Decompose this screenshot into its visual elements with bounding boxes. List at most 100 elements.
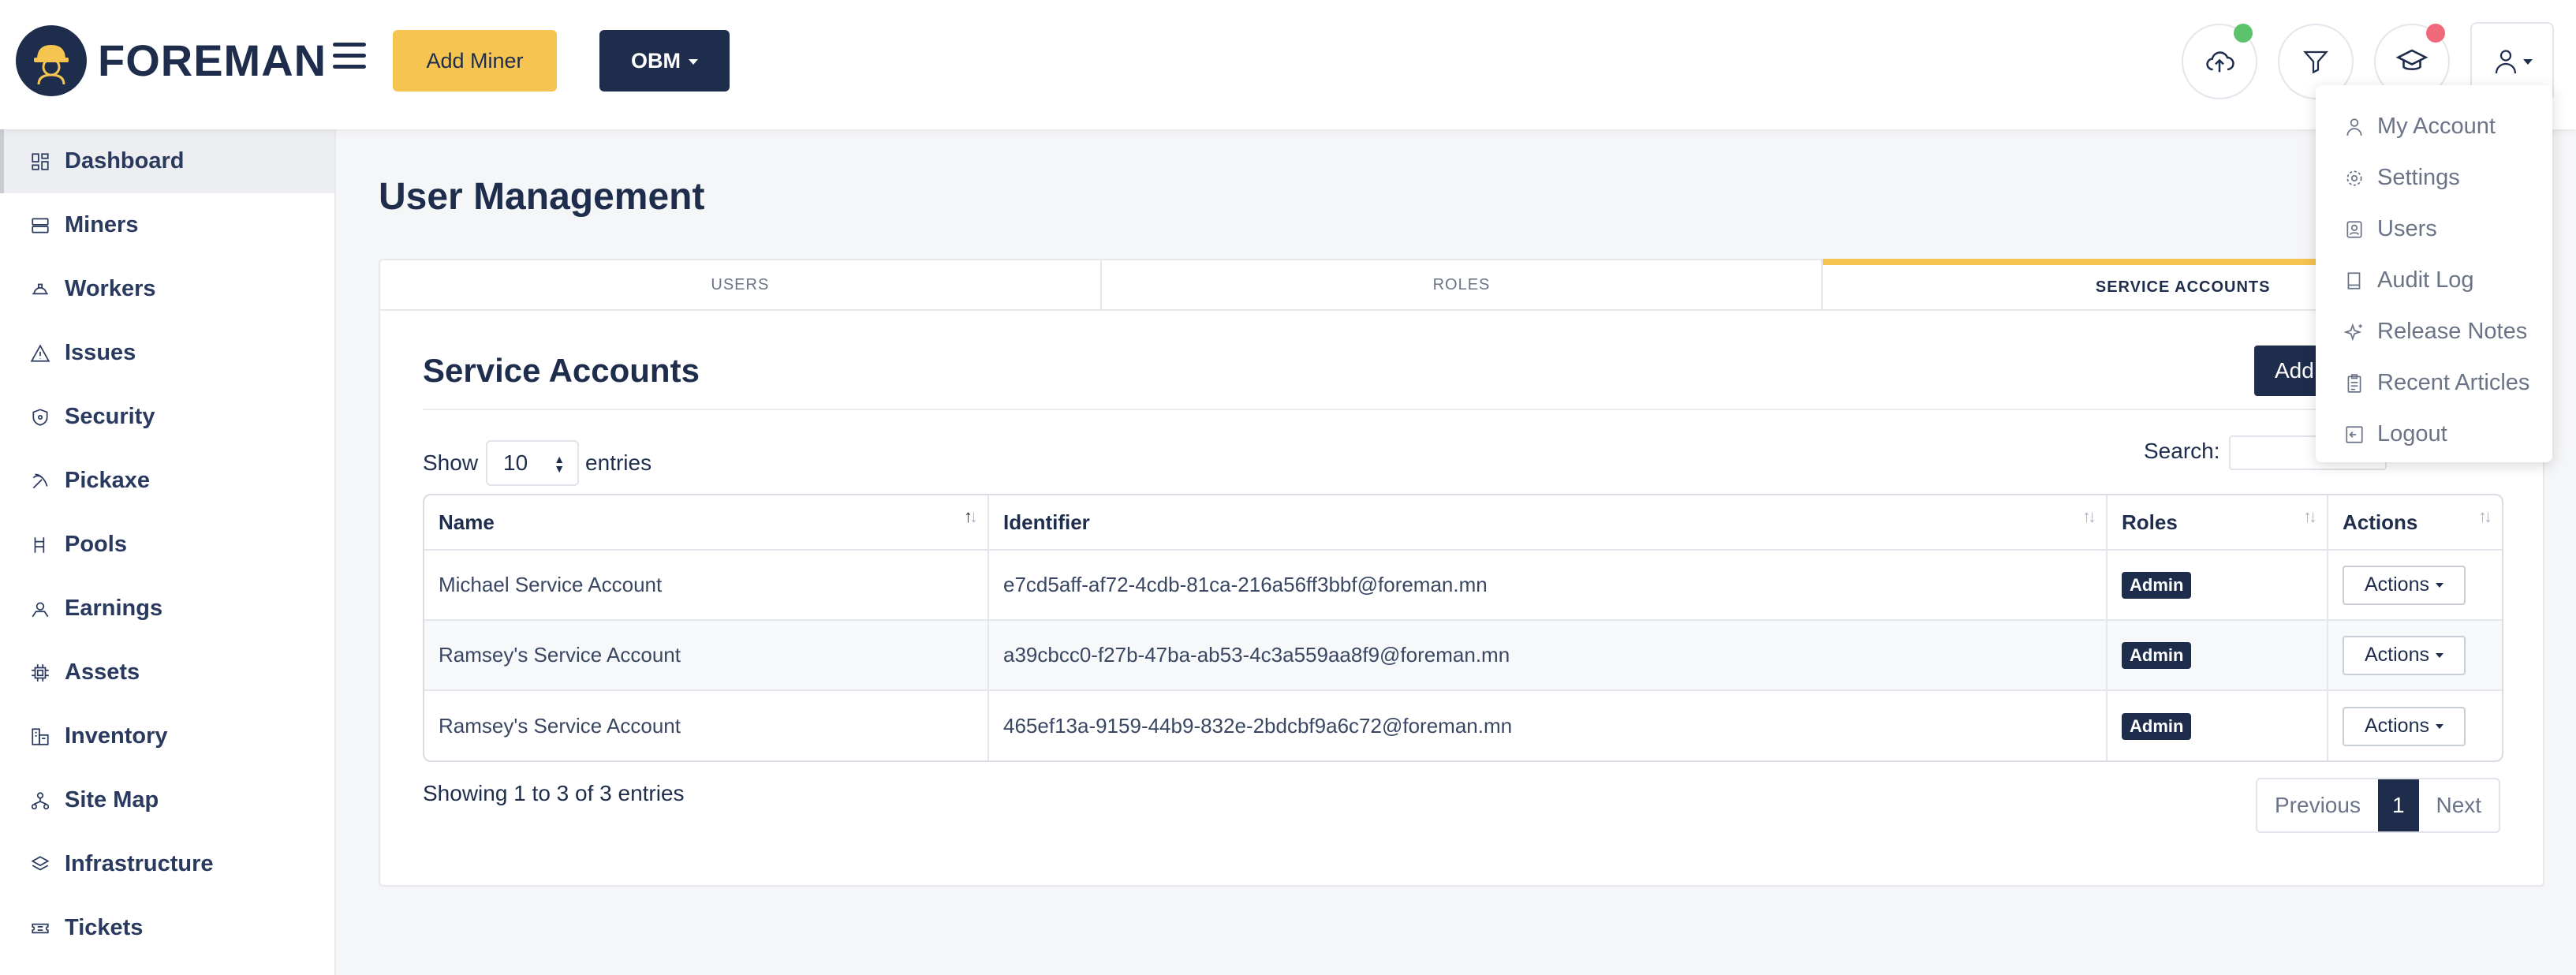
cell-actions: Actions <box>2328 691 2502 760</box>
actions-dropdown-button[interactable]: Actions <box>2343 565 2466 605</box>
page-length-control: Show 10 ▲ ▼ entries <box>423 440 651 486</box>
tab-bar: USERS ROLES SERVICE ACCOUNTS <box>380 259 2544 311</box>
hamburger-menu-icon[interactable] <box>333 43 366 73</box>
caret-down-icon <box>2523 58 2533 65</box>
graduation-cap-icon <box>2395 49 2429 70</box>
actions-dropdown-button[interactable]: Actions <box>2343 706 2466 746</box>
role-badge: Admin <box>2122 571 2192 599</box>
sidebar-item-security[interactable]: Security <box>0 385 334 449</box>
gear-icon <box>2343 166 2366 190</box>
menu-item-recent-articles[interactable]: Recent Articles <box>2316 357 2552 409</box>
actions-dropdown-button[interactable]: Actions <box>2343 635 2466 675</box>
sitemap-icon <box>28 789 52 812</box>
upload-button[interactable] <box>2182 24 2257 99</box>
tab-users[interactable]: USERS <box>380 260 1102 309</box>
sort-icon: ↑↓ <box>2478 506 2492 526</box>
sidebar-item-label: Issues <box>65 340 136 365</box>
service-accounts-table: Name ↑↓ Identifier ↑↓ Roles ↑↓ Actions ↑↓ Mi… <box>423 494 2503 762</box>
menu-item-label: My Account <box>2377 114 2496 139</box>
organization-dropdown-button[interactable]: OBM <box>599 30 730 92</box>
caret-down-icon <box>2435 582 2443 588</box>
menu-item-my-account[interactable]: My Account <box>2316 101 2552 152</box>
cloud-upload-icon <box>2206 51 2234 73</box>
menu-item-logout[interactable]: Logout <box>2316 409 2552 460</box>
sort-icon: ↑↓ <box>2082 506 2096 526</box>
next-page-button[interactable]: Next <box>2419 779 2499 831</box>
sidebar-item-label: Workers <box>65 276 156 301</box>
tab-roles[interactable]: ROLES <box>1102 260 1824 309</box>
search-label: Search: <box>2144 439 2220 463</box>
sidebar-item-label: Dashboard <box>65 148 185 174</box>
column-header-identifier[interactable]: Identifier ↑↓ <box>989 495 2107 549</box>
sidebar-item-label: Pools <box>65 532 127 557</box>
notification-dot <box>2426 24 2445 43</box>
user-icon <box>2495 50 2517 74</box>
sidebar-item-pools[interactable]: Pools <box>0 513 334 577</box>
sidebar-item-label: Inventory <box>65 723 168 749</box>
foreman-logo-icon[interactable] <box>16 25 87 96</box>
book-icon <box>2343 269 2366 293</box>
column-header-name[interactable]: Name ↑↓ <box>424 495 989 549</box>
entries-select[interactable]: 10 ▲ ▼ <box>486 440 580 486</box>
sidebar-item-tickets[interactable]: Tickets <box>0 896 334 960</box>
warning-icon <box>28 342 52 365</box>
logout-icon <box>2343 423 2366 446</box>
add-miner-button[interactable]: Add Miner <box>393 30 557 92</box>
sidebar-item-workers[interactable]: Workers <box>0 257 334 321</box>
sidebar-item-dashboard[interactable]: Dashboard <box>0 129 334 193</box>
sidebar-item-site-map[interactable]: Site Map <box>0 768 334 832</box>
caret-down-icon <box>2435 652 2443 658</box>
select-arrows-icon: ▲ ▼ <box>554 453 566 475</box>
sidebar-item-earnings[interactable]: Earnings <box>0 577 334 641</box>
menu-item-audit-log[interactable]: Audit Log <box>2316 255 2552 306</box>
role-badge: Admin <box>2122 641 2192 669</box>
sidebar-item-issues[interactable]: Issues <box>0 321 334 385</box>
sidebar-item-label: Tickets <box>65 915 144 940</box>
role-badge: Admin <box>2122 712 2192 740</box>
previous-page-button[interactable]: Previous <box>2257 779 2378 831</box>
menu-item-settings[interactable]: Settings <box>2316 152 2552 204</box>
show-label: Show <box>423 450 479 475</box>
menu-item-label: Audit Log <box>2377 267 2474 293</box>
divider <box>423 409 2502 410</box>
column-header-actions[interactable]: Actions ↑↓ <box>2328 495 2502 549</box>
table-header: Name ↑↓ Identifier ↑↓ Roles ↑↓ Actions ↑↓ <box>424 495 2502 551</box>
menu-item-label: Logout <box>2377 421 2447 446</box>
cell-roles: Admin <box>2107 691 2328 760</box>
sidebar-item-label: Site Map <box>65 787 159 812</box>
sidebar-item-infrastructure[interactable]: Infrastructure <box>0 832 334 896</box>
brand-name[interactable]: FOREMAN <box>98 35 327 86</box>
table-row: Ramsey's Service Account 465ef13a-9159-4… <box>424 691 2502 760</box>
cell-identifier: 465ef13a-9159-44b9-832e-2bdcbf9a6c72@for… <box>989 691 2107 760</box>
sidebar-item-label: Infrastructure <box>65 851 214 876</box>
actions-label: Actions <box>2365 715 2429 737</box>
menu-item-label: Users <box>2377 216 2437 241</box>
user-icon <box>2343 115 2366 139</box>
menu-item-users[interactable]: Users <box>2316 204 2552 255</box>
sidebar-item-pickaxe[interactable]: Pickaxe <box>0 449 334 513</box>
sort-icon: ↑↓ <box>2303 506 2317 526</box>
status-dot <box>2234 24 2253 43</box>
entries-label: entries <box>585 450 652 475</box>
sidebar-item-label: Earnings <box>65 596 163 621</box>
sidebar-item-miners[interactable]: Miners <box>0 193 334 257</box>
pools-icon <box>28 533 52 557</box>
sidebar-item-label: Security <box>65 404 155 429</box>
sparkle-icon <box>2343 320 2366 344</box>
sidebar-item-assets[interactable]: Assets <box>0 641 334 704</box>
page-button-1[interactable]: 1 <box>2377 779 2419 831</box>
menu-item-label: Recent Articles <box>2377 370 2530 395</box>
caret-down-icon <box>689 58 698 65</box>
sidebar-item-inventory[interactable]: Inventory <box>0 704 334 768</box>
sidebar-item-label: Pickaxe <box>65 468 151 493</box>
pickaxe-icon <box>28 469 52 493</box>
organization-label: OBM <box>631 48 681 73</box>
sidebar-item-label: Miners <box>65 212 139 237</box>
cell-actions: Actions <box>2328 551 2502 619</box>
cell-roles: Admin <box>2107 621 2328 689</box>
top-bar: FOREMAN Add Miner OBM <box>0 0 2576 129</box>
caret-down-icon <box>2435 723 2443 729</box>
menu-item-release-notes[interactable]: Release Notes <box>2316 306 2552 357</box>
column-header-roles[interactable]: Roles ↑↓ <box>2107 495 2328 549</box>
user-dropdown-menu: My Account Settings Users Audit Log Rele… <box>2316 85 2552 462</box>
